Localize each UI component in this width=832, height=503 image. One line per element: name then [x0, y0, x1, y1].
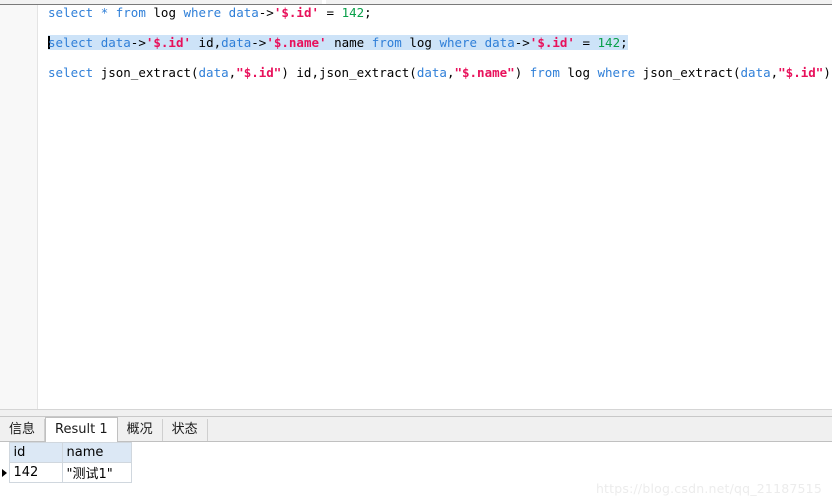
syntax-token: ,	[213, 35, 222, 50]
syntax-token: data	[228, 5, 259, 20]
syntax-token: name	[334, 35, 365, 50]
grid-cell-id[interactable]: 142	[8, 462, 63, 483]
syntax-token: log	[567, 65, 590, 80]
syntax-token	[522, 65, 530, 80]
code-line[interactable]: 5select json_extract(data,"$.id") id,jso…	[38, 65, 832, 80]
grid-cell-name[interactable]: "测试1"	[61, 462, 132, 483]
syntax-token: data	[484, 35, 515, 50]
code-line-text-selected[interactable]: select data->'$.id' id,data->'$.name' na…	[48, 35, 628, 50]
sql-code-editor[interactable]: 1select * from log where data->'$.id' = …	[0, 5, 832, 409]
syntax-token: 142	[597, 35, 621, 50]
syntax-token	[364, 35, 372, 50]
syntax-token: json_extract	[318, 65, 410, 80]
toolbar-strip-gap	[322, 0, 326, 4]
tabbar-filler	[207, 419, 832, 441]
syntax-token: select	[48, 65, 94, 80]
syntax-token: ->	[130, 35, 146, 50]
syntax-token: 142	[341, 5, 365, 20]
syntax-token: json_extract	[642, 65, 733, 80]
syntax-token: select	[48, 5, 94, 20]
syntax-token: )	[823, 65, 831, 80]
syntax-token: data	[198, 65, 229, 80]
syntax-token: log	[409, 35, 432, 50]
table-row[interactable]: 142 "测试1"	[0, 462, 132, 483]
syntax-token	[590, 65, 598, 80]
code-line[interactable]: 6	[38, 80, 832, 95]
syntax-token: )	[281, 65, 289, 80]
syntax-token: data	[416, 65, 447, 80]
syntax-token: from	[115, 5, 146, 20]
syntax-token	[221, 5, 229, 20]
syntax-token: '$.id'	[273, 5, 319, 20]
row-indicator-arrow-icon	[0, 462, 9, 483]
syntax-token: ;	[364, 5, 372, 20]
syntax-token: select	[48, 35, 94, 50]
syntax-token: =	[574, 35, 598, 50]
syntax-token	[93, 65, 101, 80]
syntax-token: data	[100, 35, 131, 50]
syntax-token: where	[597, 65, 636, 80]
syntax-token: id	[198, 35, 214, 50]
current-row-arrow-icon	[1, 468, 7, 477]
code-area[interactable]: 1select * from log where data->'$.id' = …	[38, 5, 832, 409]
grid-column-header[interactable]: id	[8, 442, 63, 463]
line-number-gutter	[0, 5, 38, 409]
syntax-token: from	[371, 35, 402, 50]
syntax-token: ->	[251, 35, 267, 50]
syntax-token: '$.id'	[529, 35, 575, 50]
syntax-token: ,	[311, 65, 319, 80]
tab-inactive-0[interactable]: 信息	[0, 419, 46, 441]
syntax-token: =	[319, 5, 342, 20]
syntax-token	[93, 35, 101, 50]
syntax-token	[176, 5, 184, 20]
syntax-token	[93, 5, 101, 20]
syntax-token: '$.name'	[266, 35, 327, 50]
code-line[interactable]: 4	[38, 50, 832, 65]
syntax-token: json_extract	[100, 65, 191, 80]
syntax-token: ->	[514, 35, 530, 50]
syntax-token	[191, 35, 199, 50]
syntax-token	[635, 65, 643, 80]
code-line[interactable]: 3select data->'$.id' id,data->'$.name' n…	[38, 35, 832, 50]
sql-editor-window: 1select * from log where data->'$.id' = …	[0, 0, 832, 503]
syntax-token	[108, 5, 116, 20]
syntax-token: ;	[620, 35, 628, 50]
code-line[interactable]: 2	[38, 20, 832, 35]
tab-inactive-2[interactable]: 概况	[117, 419, 163, 441]
syntax-token: (	[409, 65, 417, 80]
code-line-text[interactable]: select * from log where data->'$.id' = 1…	[48, 5, 372, 20]
syntax-token: data	[740, 65, 771, 80]
syntax-token: where	[183, 5, 222, 20]
result-grid-container[interactable]: id name 142 "测试1" https://blog.csdn.net/qq_…	[0, 442, 832, 503]
syntax-token	[327, 35, 335, 50]
grid-corner-cell	[0, 442, 9, 463]
results-tabbar[interactable]: 信息 Result 1 概况 状态	[0, 417, 832, 442]
syntax-token: "$.id"	[236, 65, 282, 80]
result-grid[interactable]: id name 142 "测试1"	[0, 442, 132, 483]
syntax-token: ->	[258, 5, 274, 20]
watermark: https://blog.csdn.net/qq_21187515	[595, 481, 822, 496]
syntax-token: where	[439, 35, 478, 50]
grid-column-header[interactable]: name	[61, 442, 132, 463]
panel-splitter[interactable]	[0, 409, 832, 417]
code-line-text[interactable]: select json_extract(data,"$.id") id,json…	[48, 65, 832, 80]
results-panel: 信息 Result 1 概况 状态 id name 142 "测试1" https://bl…	[0, 417, 832, 503]
syntax-token	[477, 35, 485, 50]
syntax-token: id	[296, 65, 312, 80]
grid-header-row: id name	[0, 442, 132, 463]
tab-active-1[interactable]: Result 1	[45, 417, 118, 442]
syntax-token: "$.name"	[454, 65, 515, 80]
syntax-token: '$.id'	[145, 35, 192, 50]
tab-inactive-3[interactable]: 状态	[162, 419, 208, 441]
syntax-token: "$.id"	[778, 65, 824, 80]
syntax-token: (	[191, 65, 199, 80]
syntax-token: log	[153, 5, 176, 20]
syntax-token: data	[221, 35, 252, 50]
syntax-token: (	[732, 65, 741, 80]
syntax-token: from	[529, 65, 560, 80]
code-line[interactable]: 1select * from log where data->'$.id' = …	[38, 5, 832, 20]
